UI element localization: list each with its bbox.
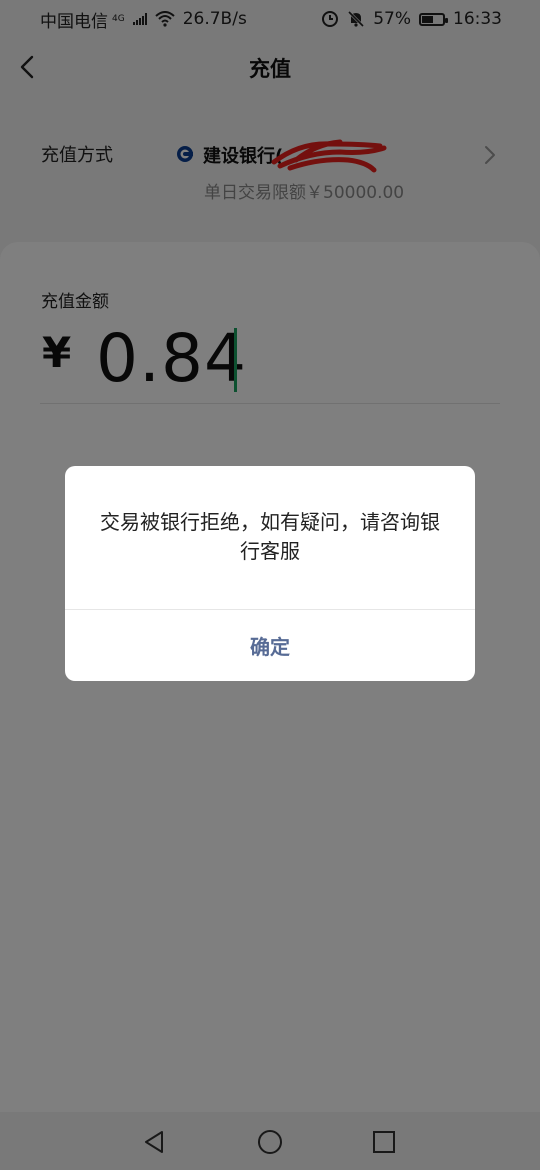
- dialog-message: 交易被银行拒绝，如有疑问，请咨询银行客服: [100, 510, 440, 563]
- recharge-screen: 中国电信 4G 26.7B/s 5: [0, 0, 540, 1170]
- alert-dialog: 交易被银行拒绝，如有疑问，请咨询银行客服 确定: [65, 466, 475, 681]
- confirm-button[interactable]: 确定: [65, 610, 475, 681]
